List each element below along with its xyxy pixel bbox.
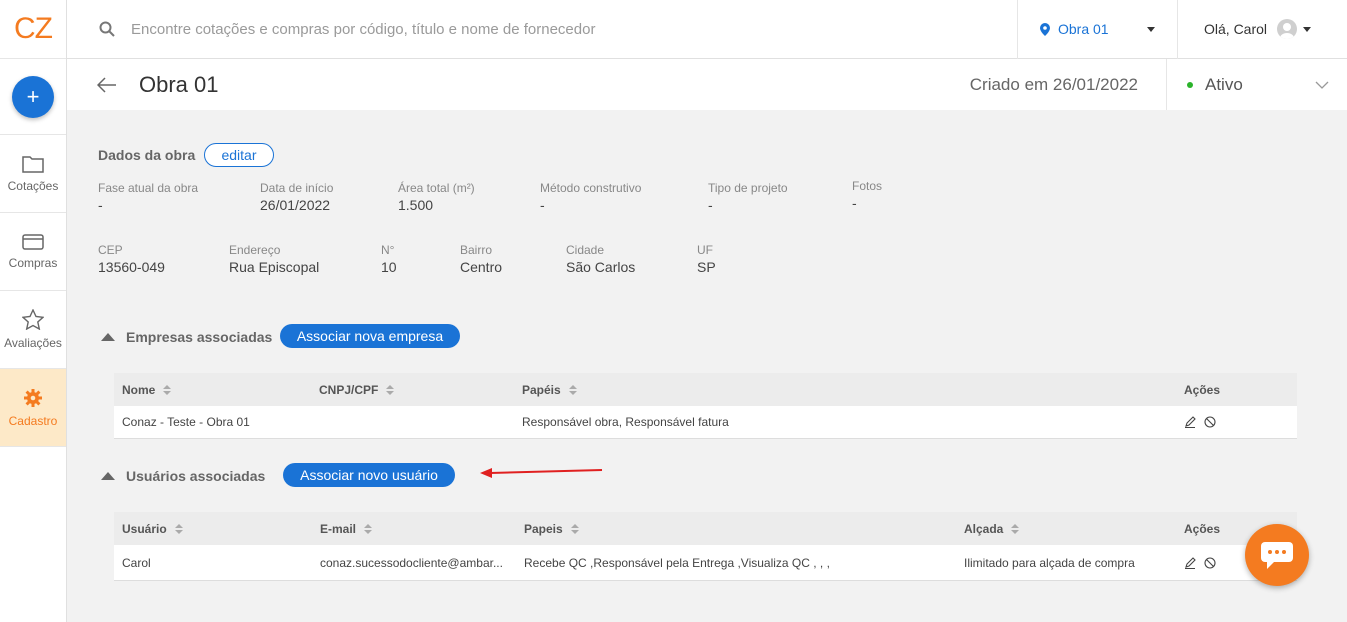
sort-icon <box>174 523 183 534</box>
col-papeis[interactable]: Papeis <box>524 522 579 536</box>
sidebar-item-cotacoes[interactable]: Cotações <box>0 135 66 213</box>
sidebar: CZ + Cotações Compras Avaliações Cadastr… <box>0 0 67 622</box>
row-actions <box>1184 556 1216 569</box>
map-pin-icon <box>1040 22 1050 36</box>
usuarios-title: Usuários associadas <box>126 468 266 484</box>
cell-usuario: Carol <box>122 555 151 570</box>
user-menu[interactable]: Olá, Carol <box>1177 0 1347 59</box>
cell-papeis: Responsável obra, Responsável fatura <box>522 415 729 429</box>
chat-bubble-icon <box>1261 542 1293 569</box>
sidebar-item-label: Cotações <box>7 178 59 193</box>
field-cep: CEP 13560-049 <box>98 243 165 275</box>
col-usuario[interactable]: Usuário <box>122 522 183 536</box>
cell-email: conaz.sucessodocliente@ambar... <box>320 555 503 570</box>
cell-papeis: Recebe QC ,Responsável pela Entrega ,Vis… <box>524 555 830 570</box>
status-selector[interactable]: Ativo <box>1167 75 1347 95</box>
add-button[interactable]: + <box>12 75 54 118</box>
page-title: Obra 01 <box>139 71 219 97</box>
card-icon <box>22 233 44 250</box>
sidebar-item-label: Avaliações <box>4 336 62 350</box>
table-row: Conaz - Teste - Obra 01 Responsável obra… <box>114 406 1297 439</box>
page-header: Obra 01 Criado em 26/01/2022 Ativo <box>67 59 1347 110</box>
field-area: Área total (m²) 1.500 <box>398 181 475 213</box>
sort-icon <box>570 523 579 534</box>
cell-alcada: Ilimitado para alçada de compra <box>964 555 1135 570</box>
sidebar-item-cadastro[interactable]: Cadastro <box>0 369 66 447</box>
user-greeting: Olá, Carol <box>1204 21 1268 37</box>
status-label: Ativo <box>1205 74 1243 94</box>
sort-icon <box>386 384 395 395</box>
table-header: Usuário E-mail Papeis Alçada Ações <box>114 512 1297 545</box>
obra-selector-label: Obra 01 <box>1058 21 1109 37</box>
col-acoes: Ações <box>1184 521 1221 536</box>
empresas-table: Nome CNPJ/CPF Papéis Ações Conaz - Teste… <box>114 373 1297 439</box>
chevron-down-icon <box>1147 26 1155 32</box>
dados-title: Dados da obra <box>98 147 196 163</box>
folder-icon <box>22 155 44 173</box>
logo[interactable]: CZ <box>0 0 66 59</box>
block-icon[interactable] <box>1204 556 1216 569</box>
sort-icon <box>163 384 172 395</box>
sidebar-item-label: Compras <box>8 255 58 270</box>
created-date: Criado em 26/01/2022 <box>970 59 1167 110</box>
search-input[interactable]: Encontre cotações e compras por código, … <box>67 21 1017 38</box>
field-endereco: Endereço Rua Episcopal <box>229 243 320 275</box>
field-metodo: Método construtivo - <box>540 181 642 213</box>
edit-button[interactable]: editar <box>204 143 274 167</box>
empresas-title: Empresas associadas <box>126 329 273 345</box>
collapse-icon[interactable] <box>101 472 115 480</box>
edit-icon[interactable] <box>1184 416 1196 428</box>
gear-icon <box>24 388 42 407</box>
chevron-down-icon <box>1303 26 1312 32</box>
col-email[interactable]: E-mail <box>320 522 373 536</box>
red-arrow-annotation <box>480 468 603 478</box>
add-button-wrap: + <box>0 59 66 135</box>
search-placeholder: Encontre cotações e compras por código, … <box>131 20 596 38</box>
search-icon <box>99 21 115 37</box>
field-fotos: Fotos - <box>852 179 883 211</box>
obra-selector[interactable]: Obra 01 <box>1017 0 1177 59</box>
row-actions <box>1184 416 1216 428</box>
collapse-icon[interactable] <box>101 333 115 341</box>
cell-nome: Conaz - Teste - Obra 01 <box>122 415 250 429</box>
block-icon[interactable] <box>1204 416 1216 428</box>
col-alcada[interactable]: Alçada <box>964 522 1020 536</box>
star-icon <box>22 309 44 330</box>
col-nome[interactable]: Nome <box>122 383 172 397</box>
field-fase: Fase atual da obra - <box>98 181 199 213</box>
sidebar-item-label: Cadastro <box>8 413 58 428</box>
edit-icon[interactable] <box>1184 556 1196 569</box>
field-cidade: Cidade São Carlos <box>566 243 636 275</box>
sort-icon <box>1011 523 1020 534</box>
field-data-inicio: Data de início 26/01/2022 <box>260 181 334 213</box>
usuarios-table: Usuário E-mail Papeis Alçada Ações Carol… <box>114 512 1297 581</box>
associar-usuario-button[interactable]: Associar novo usuário <box>283 463 455 487</box>
associar-empresa-button[interactable]: Associar nova empresa <box>280 324 460 348</box>
col-papeis[interactable]: Papéis <box>522 383 577 397</box>
back-arrow-icon[interactable] <box>97 76 117 93</box>
field-numero: N° 10 <box>381 243 397 275</box>
sidebar-item-compras[interactable]: Compras <box>0 213 66 291</box>
field-tipo: Tipo de projeto - <box>708 181 788 213</box>
sort-icon <box>364 523 373 534</box>
sort-icon <box>568 384 577 395</box>
field-uf: UF SP <box>697 243 716 275</box>
col-acoes: Ações <box>1184 382 1221 397</box>
chevron-down-icon <box>1315 81 1329 89</box>
table-row: Carol conaz.sucessodocliente@ambar... Re… <box>114 545 1297 581</box>
col-cnpj[interactable]: CNPJ/CPF <box>319 383 395 397</box>
chat-button[interactable] <box>1245 524 1309 586</box>
field-bairro: Bairro Centro <box>460 243 503 275</box>
table-header: Nome CNPJ/CPF Papéis Ações <box>114 373 1297 406</box>
sidebar-item-avaliacoes[interactable]: Avaliações <box>0 291 66 369</box>
status-dot <box>1187 81 1193 88</box>
avatar <box>1277 19 1298 39</box>
topbar: Encontre cotações e compras por código, … <box>67 0 1347 59</box>
